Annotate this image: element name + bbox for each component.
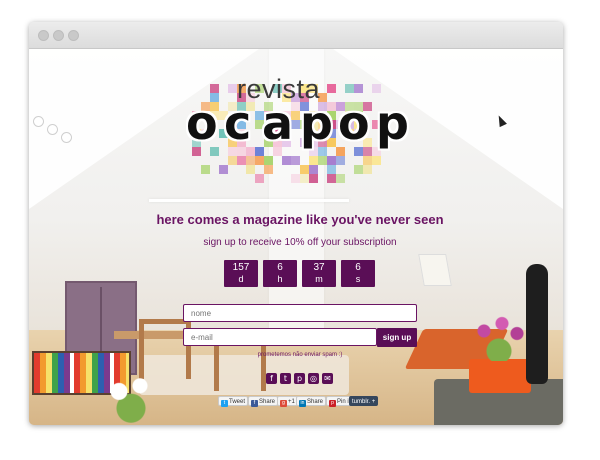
name-input[interactable] bbox=[183, 304, 417, 322]
share-label: +1 bbox=[288, 399, 295, 405]
mosaic-pixel bbox=[354, 165, 363, 174]
mosaic-pixel bbox=[309, 165, 318, 174]
mosaic-pixel bbox=[336, 156, 345, 165]
ceiling-rail bbox=[149, 199, 349, 202]
google-plus-icon: g bbox=[280, 400, 287, 407]
share-buttons: t Tweet f Share g +1 in Share p Pin it tumblr… bbox=[218, 396, 388, 407]
email-icon[interactable]: ✉ bbox=[322, 373, 333, 384]
share-label: Share bbox=[259, 399, 276, 405]
minimize-window-button[interactable] bbox=[53, 30, 64, 41]
orange-pillow bbox=[469, 359, 531, 393]
mosaic-pixel bbox=[327, 84, 336, 93]
countdown-value: 157 bbox=[232, 262, 250, 273]
window-titlebar bbox=[29, 22, 563, 49]
mosaic-pixel bbox=[372, 84, 381, 93]
logo-letter: o bbox=[338, 96, 370, 150]
mosaic-pixel bbox=[318, 156, 327, 165]
twitter-icon[interactable]: t bbox=[280, 373, 291, 384]
mosaic-pixel bbox=[282, 156, 291, 165]
mosaic-pixel bbox=[300, 165, 309, 174]
mosaic-pixel bbox=[336, 174, 345, 183]
mosaic-pixel bbox=[210, 84, 219, 93]
share-label: Share bbox=[307, 399, 324, 405]
mosaic-pixel bbox=[237, 156, 246, 165]
countdown-unit: m bbox=[315, 274, 323, 284]
sign-up-button[interactable]: sign up bbox=[377, 328, 417, 347]
no-spam-note: prometemos não enviar spam :) bbox=[257, 352, 343, 358]
mosaic-pixel bbox=[300, 174, 309, 183]
countdown-value: 6 bbox=[355, 262, 361, 273]
subscription-offer: sign up to receive 10% off your subscrip… bbox=[203, 237, 397, 248]
share-label: tumblr. bbox=[352, 399, 371, 405]
tumblr-button[interactable]: tumblr. + bbox=[349, 396, 379, 406]
google-plus-button[interactable]: g +1 bbox=[277, 396, 298, 407]
twitter-icon: t bbox=[221, 400, 228, 407]
close-window-button[interactable] bbox=[38, 30, 49, 41]
mosaic-pixel bbox=[219, 165, 228, 174]
mosaic-pixel bbox=[327, 165, 336, 174]
countdown-seconds: 6 s bbox=[341, 260, 375, 287]
mosaic-pixel bbox=[354, 84, 363, 93]
mosaic-pixel bbox=[228, 84, 237, 93]
pinterest-icon[interactable]: p bbox=[294, 373, 305, 384]
black-vase bbox=[526, 264, 548, 384]
mosaic-pixel bbox=[327, 174, 336, 183]
mosaic-pixel bbox=[291, 156, 300, 165]
tweet-button[interactable]: t Tweet bbox=[218, 396, 249, 407]
countdown-timer: 157 d 6 h 37 m 6 s bbox=[224, 260, 376, 287]
mosaic-pixel bbox=[291, 174, 300, 183]
countdown-value: 6 bbox=[277, 262, 283, 273]
countdown-unit: s bbox=[355, 274, 361, 284]
countdown-minutes: 37 m bbox=[302, 260, 336, 287]
share-label: Tweet bbox=[229, 399, 246, 405]
mosaic-pixel bbox=[246, 165, 255, 174]
pinterest-icon: p bbox=[329, 400, 336, 407]
mosaic-pixel bbox=[372, 156, 381, 165]
mosaic-pixel bbox=[255, 174, 264, 183]
countdown-hours: 6 h bbox=[263, 260, 297, 287]
mosaic-pixel bbox=[255, 156, 264, 165]
mosaic-pixel bbox=[264, 156, 273, 165]
mosaic-pixel bbox=[345, 84, 354, 93]
logo-letter: p bbox=[376, 96, 409, 150]
logo-letter: p bbox=[300, 96, 333, 150]
white-orchids bbox=[101, 369, 161, 425]
floor-lamp bbox=[418, 254, 452, 286]
mosaic-pixel bbox=[246, 156, 255, 165]
linkedin-share-button[interactable]: in Share bbox=[296, 396, 327, 407]
mosaic-pixel bbox=[201, 165, 210, 174]
countdown-unit: d bbox=[238, 274, 244, 284]
logo-letter: a bbox=[262, 96, 294, 150]
countdown-value: 37 bbox=[313, 262, 325, 273]
mosaic-pixel bbox=[228, 156, 237, 165]
facebook-icon[interactable]: f bbox=[266, 373, 277, 384]
mosaic-pixel bbox=[264, 165, 273, 174]
logo-letter: o bbox=[186, 96, 218, 150]
mosaic-pixel bbox=[363, 165, 372, 174]
ceiling-spotlights bbox=[29, 114, 74, 144]
facebook-share-button[interactable]: f Share bbox=[248, 396, 279, 407]
plus-icon: + bbox=[371, 399, 376, 405]
countdown-days: 157 d bbox=[224, 260, 258, 287]
logo-main-word: ocapop bbox=[186, 100, 416, 146]
maximize-window-button[interactable] bbox=[68, 30, 79, 41]
linkedin-icon: in bbox=[299, 400, 306, 407]
tagline: here comes a magazine like you've never … bbox=[156, 212, 444, 227]
social-links: f t p ◎ ✉ bbox=[266, 373, 334, 385]
logo-letter: c bbox=[224, 96, 252, 150]
mosaic-pixel bbox=[309, 156, 318, 165]
mosaic-pixel bbox=[363, 156, 372, 165]
facebook-icon: f bbox=[251, 400, 258, 407]
mosaic-pixel bbox=[309, 174, 318, 183]
email-input[interactable] bbox=[183, 328, 377, 346]
mosaic-pixel bbox=[327, 156, 336, 165]
countdown-unit: h bbox=[277, 274, 283, 284]
instagram-icon[interactable]: ◎ bbox=[308, 373, 319, 384]
